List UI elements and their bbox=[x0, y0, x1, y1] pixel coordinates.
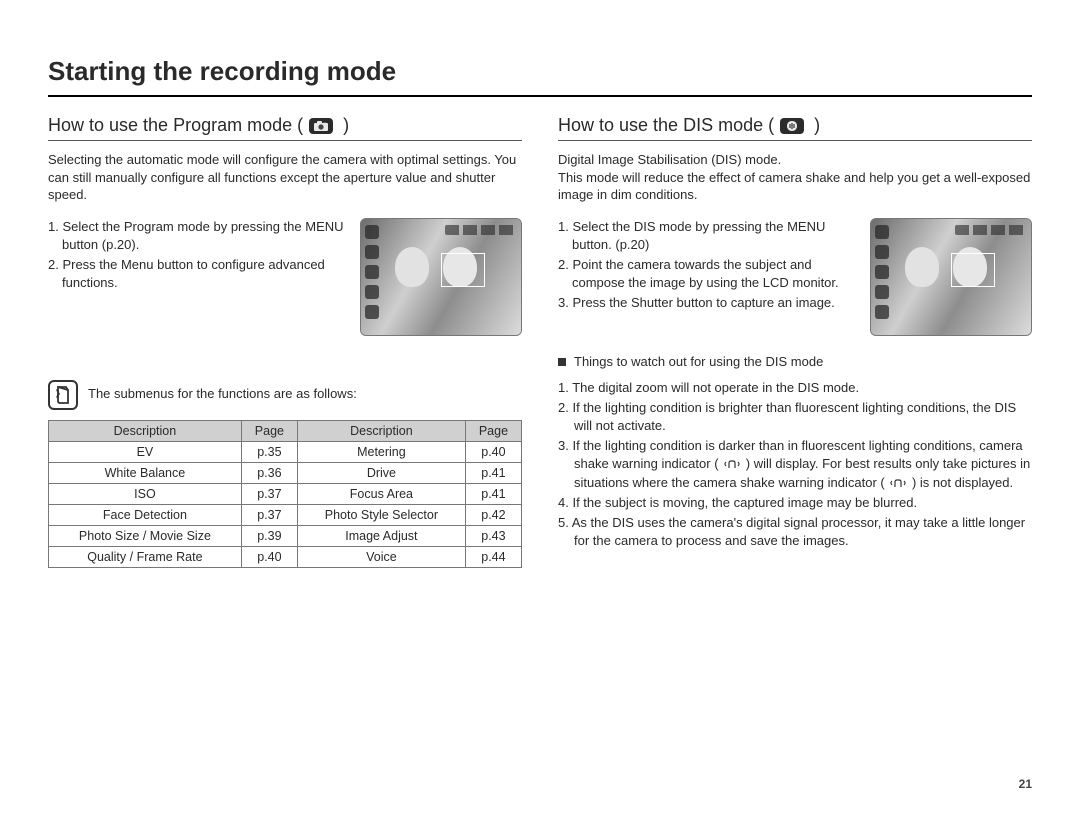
table-cell: EV bbox=[49, 441, 242, 462]
table-header: Description bbox=[297, 420, 465, 441]
table-cell: Quality / Frame Rate bbox=[49, 546, 242, 567]
program-step: 2. Press the Menu button to configure ad… bbox=[48, 256, 348, 292]
table-cell: p.42 bbox=[465, 504, 521, 525]
table-cell: Focus Area bbox=[297, 483, 465, 504]
submenu-note-row: The submenus for the functions are as fo… bbox=[48, 380, 522, 410]
table-cell: White Balance bbox=[49, 462, 242, 483]
submenu-functions-table: Description Page Description Page EV p.3… bbox=[48, 420, 522, 568]
program-mode-icon: P bbox=[309, 118, 333, 134]
table-cell: Image Adjust bbox=[297, 525, 465, 546]
table-cell: Drive bbox=[297, 462, 465, 483]
dis-mode-heading-before: How to use the DIS mode ( bbox=[558, 115, 774, 136]
dis-mode-icon bbox=[780, 118, 804, 134]
table-cell: p.44 bbox=[465, 546, 521, 567]
list-item: 1. The digital zoom will not operate in … bbox=[558, 379, 1032, 397]
table-row: White Balance p.36 Drive p.41 bbox=[49, 462, 522, 483]
table-row: EV p.35 Metering p.40 bbox=[49, 441, 522, 462]
dis-watch-heading-text: Things to watch out for using the DIS mo… bbox=[574, 354, 823, 369]
svg-text:P: P bbox=[323, 121, 326, 126]
program-mode-heading: How to use the Program mode ( P ) bbox=[48, 115, 522, 141]
dis-step: 1. Select the DIS mode by pressing the M… bbox=[558, 218, 858, 254]
table-cell: Photo Size / Movie Size bbox=[49, 525, 242, 546]
program-step: 1. Select the Program mode by pressing t… bbox=[48, 218, 348, 254]
dis-mode-steps-block: 1. Select the DIS mode by pressing the M… bbox=[558, 218, 1032, 336]
submenu-note-text: The submenus for the functions are as fo… bbox=[88, 380, 357, 401]
table-row: Quality / Frame Rate p.40 Voice p.44 bbox=[49, 546, 522, 567]
table-cell: Photo Style Selector bbox=[297, 504, 465, 525]
table-header: Description bbox=[49, 420, 242, 441]
watch-item-3-c: ) is not displayed. bbox=[912, 475, 1013, 490]
table-cell: p.36 bbox=[241, 462, 297, 483]
page-title: Starting the recording mode bbox=[48, 56, 1032, 97]
table-cell: p.39 bbox=[241, 525, 297, 546]
camera-shake-warning-icon bbox=[722, 457, 742, 471]
page-number: 21 bbox=[1019, 777, 1032, 791]
dis-mode-heading: How to use the DIS mode ( ) bbox=[558, 115, 1032, 141]
dis-mode-heading-after: ) bbox=[814, 115, 820, 136]
camera-shake-warning-icon bbox=[888, 476, 908, 490]
program-mode-intro: Selecting the automatic mode will config… bbox=[48, 151, 522, 204]
table-cell: p.37 bbox=[241, 483, 297, 504]
program-mode-lcd-preview bbox=[360, 218, 522, 336]
table-cell: p.40 bbox=[241, 546, 297, 567]
table-cell: p.41 bbox=[465, 462, 521, 483]
list-item: 5. As the DIS uses the camera's digital … bbox=[558, 514, 1032, 550]
program-mode-steps-block: 1. Select the Program mode by pressing t… bbox=[48, 218, 522, 336]
table-cell: p.37 bbox=[241, 504, 297, 525]
left-column: How to use the Program mode ( P ) Select… bbox=[48, 115, 522, 568]
table-header: Page bbox=[241, 420, 297, 441]
dis-watch-list: 1. The digital zoom will not operate in … bbox=[558, 379, 1032, 551]
table-cell: p.41 bbox=[465, 483, 521, 504]
list-item: 4. If the subject is moving, the capture… bbox=[558, 494, 1032, 512]
program-mode-heading-before: How to use the Program mode ( bbox=[48, 115, 303, 136]
right-column: How to use the DIS mode ( ) Digital Imag… bbox=[558, 115, 1032, 568]
square-bullet-icon bbox=[558, 358, 566, 366]
table-cell: ISO bbox=[49, 483, 242, 504]
table-row: Face Detection p.37 Photo Style Selector… bbox=[49, 504, 522, 525]
table-header: Page bbox=[465, 420, 521, 441]
table-row: Photo Size / Movie Size p.39 Image Adjus… bbox=[49, 525, 522, 546]
list-item: 3. If the lighting condition is darker t… bbox=[558, 437, 1032, 492]
list-item: 2. If the lighting condition is brighter… bbox=[558, 399, 1032, 435]
note-icon bbox=[48, 380, 78, 410]
table-cell: Voice bbox=[297, 546, 465, 567]
program-mode-steps: 1. Select the Program mode by pressing t… bbox=[48, 218, 348, 295]
content-columns: How to use the Program mode ( P ) Select… bbox=[48, 115, 1032, 568]
dis-mode-steps: 1. Select the DIS mode by pressing the M… bbox=[558, 218, 858, 315]
dis-step: 2. Point the camera towards the subject … bbox=[558, 256, 858, 292]
table-cell: Metering bbox=[297, 441, 465, 462]
program-mode-heading-after: ) bbox=[343, 115, 349, 136]
table-cell: p.40 bbox=[465, 441, 521, 462]
dis-watch-heading: Things to watch out for using the DIS mo… bbox=[558, 354, 1032, 369]
dis-mode-intro: Digital Image Stabilisation (DIS) mode. … bbox=[558, 151, 1032, 204]
table-cell: p.35 bbox=[241, 441, 297, 462]
table-cell: p.43 bbox=[465, 525, 521, 546]
dis-step: 3. Press the Shutter button to capture a… bbox=[558, 294, 858, 312]
dis-mode-lcd-preview bbox=[870, 218, 1032, 336]
table-cell: Face Detection bbox=[49, 504, 242, 525]
table-row: ISO p.37 Focus Area p.41 bbox=[49, 483, 522, 504]
